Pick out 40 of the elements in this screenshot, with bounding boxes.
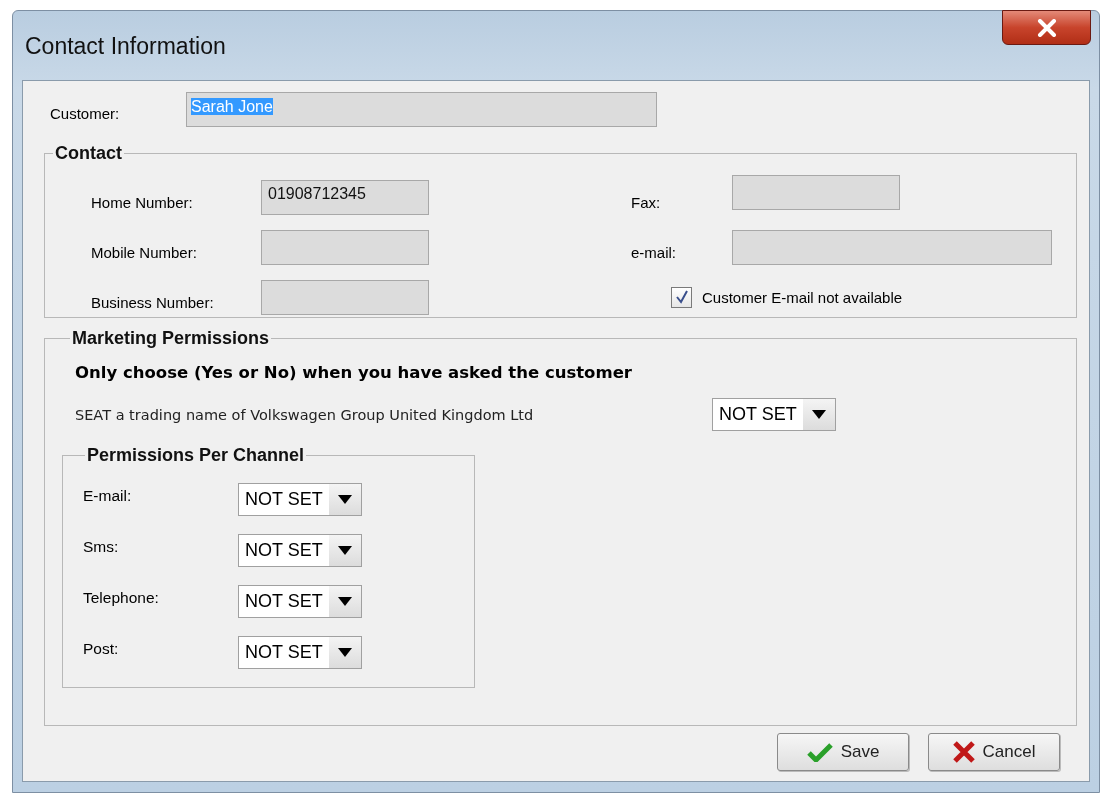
caret-icon [812, 410, 826, 419]
field-label: Customer: [50, 104, 121, 122]
close-button[interactable] [1002, 10, 1091, 45]
field-label: E-mail: [83, 486, 133, 506]
field-label: Fax: [631, 192, 662, 211]
dropdown[interactable]: NOT SET [712, 398, 836, 431]
checkbox-label: Customer E-mail not available [702, 288, 903, 306]
caret-icon [338, 648, 352, 657]
field-label: e-mail: [631, 242, 677, 261]
dropdown[interactable]: NOT SET [238, 483, 362, 516]
caret-icon [338, 495, 352, 504]
input-field[interactable] [732, 229, 1052, 265]
group-title: Marketing Permissions [71, 328, 271, 349]
field-label: SEAT a trading name of Volkswagen Group United Kingdom Ltd [75, 406, 535, 423]
cancel-button[interactable]: Cancel [928, 733, 1060, 771]
group-title: Permissions Per Channel [86, 445, 306, 466]
field-label: Business Number: [91, 292, 215, 311]
input-field[interactable] [732, 174, 900, 210]
field-label: Telephone: [83, 588, 160, 608]
field-label: Post: [83, 639, 120, 659]
group-title: Contact [54, 143, 123, 164]
dropdown[interactable]: NOT SET [238, 585, 362, 618]
field-label: Home Number: [91, 192, 194, 211]
field-label: Mobile Number: [91, 242, 198, 261]
close-icon [952, 741, 975, 763]
checkbox[interactable] [671, 286, 692, 308]
caret-icon [338, 546, 352, 555]
input-field[interactable]: 01908712345 [261, 179, 429, 215]
input-field[interactable] [261, 229, 429, 265]
field-value: Sarah Jone [191, 98, 273, 115]
dropdown[interactable]: NOT SET [238, 534, 362, 567]
instruction-text: Only choose (Yes or No) when you have asked the customer [75, 363, 633, 382]
caret-icon [338, 597, 352, 606]
dropdown[interactable]: NOT SET [238, 636, 362, 669]
save-button[interactable]: Save [777, 733, 909, 771]
window-title: Contact Information [25, 33, 226, 60]
check-icon [806, 742, 833, 762]
field-label: Sms: [83, 537, 120, 557]
input-field[interactable] [261, 279, 429, 315]
close-icon [1035, 18, 1058, 37]
